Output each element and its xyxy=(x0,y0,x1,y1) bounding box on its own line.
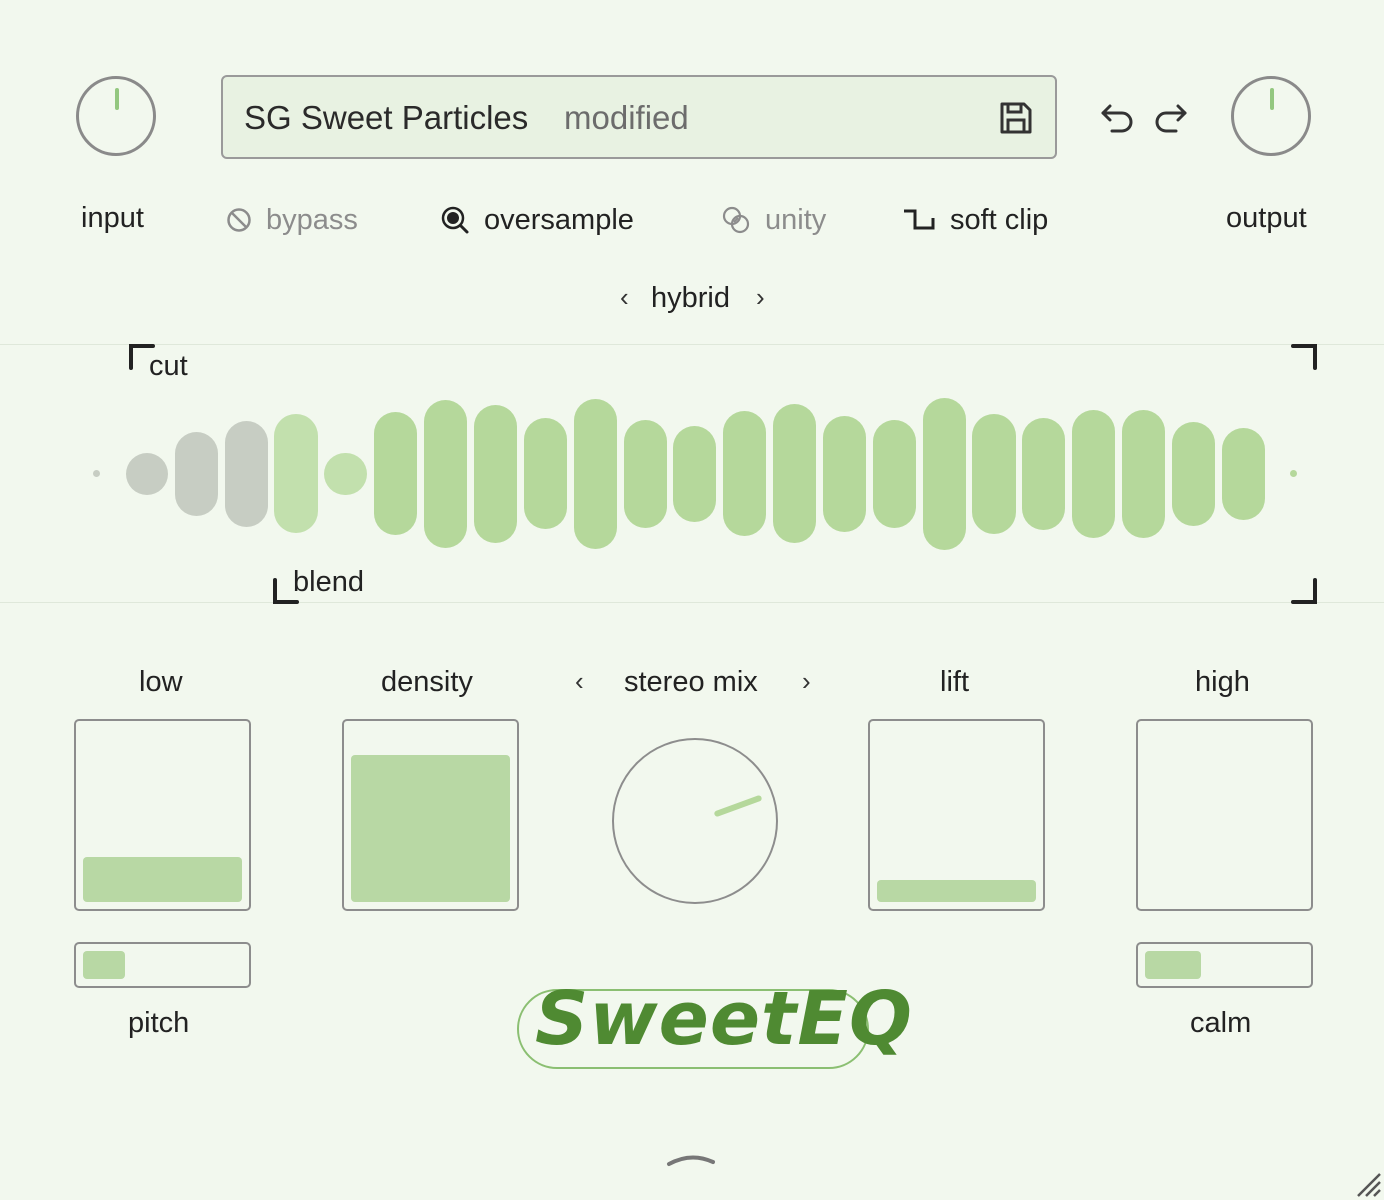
eq-band[interactable] xyxy=(1022,418,1065,530)
density-label: density xyxy=(381,666,473,698)
eq-band[interactable] xyxy=(673,426,716,522)
stereo-mix-knob[interactable] xyxy=(612,738,778,904)
eq-band[interactable] xyxy=(274,414,318,533)
eq-band[interactable] xyxy=(1172,422,1215,526)
bypass-icon xyxy=(227,208,251,232)
pitch-slider[interactable] xyxy=(74,942,251,988)
lift-fader-fill xyxy=(877,880,1036,902)
cut-label: cut xyxy=(149,350,188,382)
eq-band[interactable] xyxy=(225,421,268,527)
preset-name: SG Sweet Particles xyxy=(244,99,529,136)
stereo-mix-knob-pointer xyxy=(713,794,763,818)
eq-band[interactable] xyxy=(175,432,218,516)
eq-band[interactable] xyxy=(524,418,567,529)
eq-band[interactable] xyxy=(923,398,966,550)
oversample-icon xyxy=(441,206,469,234)
low-fader[interactable] xyxy=(74,719,251,911)
eq-band[interactable] xyxy=(972,414,1016,534)
soft-clip-icon xyxy=(904,209,935,230)
bottom-right-bracket[interactable] xyxy=(1290,577,1318,605)
save-icon[interactable] xyxy=(999,101,1033,135)
eq-band[interactable] xyxy=(324,453,367,495)
input-knob-pointer xyxy=(115,88,119,110)
preset-modified-status: modified xyxy=(564,99,689,136)
eq-band[interactable] xyxy=(873,420,916,528)
eq-band[interactable] xyxy=(424,400,467,548)
resize-grip-icon[interactable] xyxy=(1352,1168,1382,1198)
eq-band[interactable] xyxy=(474,405,517,543)
eq-divider-top xyxy=(0,344,1384,345)
oversample-toggle[interactable]: oversample xyxy=(440,200,634,240)
mode-next-button[interactable]: › xyxy=(756,282,765,313)
input-knob[interactable] xyxy=(76,76,156,156)
undo-icon[interactable] xyxy=(1100,100,1136,134)
logo-text: SweetEQ xyxy=(535,976,913,1062)
pitch-label: pitch xyxy=(128,1007,190,1039)
low-fader-fill xyxy=(83,857,242,902)
density-fader-fill xyxy=(351,755,510,902)
eq-left-dot xyxy=(93,470,100,477)
output-knob[interactable] xyxy=(1231,76,1311,156)
lift-fader[interactable] xyxy=(868,719,1045,911)
high-label: high xyxy=(1195,666,1250,698)
oversample-label: oversample xyxy=(484,203,634,236)
mode-value: hybrid xyxy=(651,282,730,314)
eq-divider-bottom xyxy=(0,602,1384,603)
sweeteq-logo: SweetEQ xyxy=(517,975,913,1073)
blend-label: blend xyxy=(293,566,364,598)
unity-icon xyxy=(722,206,750,234)
bypass-toggle[interactable]: bypass xyxy=(226,200,358,240)
eq-band[interactable] xyxy=(1222,428,1265,520)
stereo-mix-prev-button[interactable]: ‹ xyxy=(575,666,584,697)
pitch-slider-fill xyxy=(83,951,125,979)
top-right-bracket[interactable] xyxy=(1290,343,1318,371)
calm-slider[interactable] xyxy=(1136,942,1313,988)
eq-band[interactable] xyxy=(1072,410,1115,538)
density-fader[interactable] xyxy=(342,719,519,911)
eq-band[interactable] xyxy=(773,404,816,543)
stereo-mix-label: stereo mix xyxy=(624,666,758,698)
input-label: input xyxy=(81,202,144,234)
low-label: low xyxy=(139,666,183,698)
output-knob-pointer xyxy=(1270,88,1274,110)
stereo-mix-next-button[interactable]: › xyxy=(802,666,811,697)
mode-prev-button[interactable]: ‹ xyxy=(620,282,629,313)
redo-icon[interactable] xyxy=(1152,100,1188,134)
calm-label: calm xyxy=(1190,1007,1252,1039)
lift-label: lift xyxy=(940,666,969,698)
chevron-up-icon[interactable] xyxy=(666,1150,716,1168)
calm-slider-fill xyxy=(1145,951,1201,979)
preset-display[interactable]: SG Sweet Particles modified xyxy=(221,75,1057,159)
high-fader[interactable] xyxy=(1136,719,1313,911)
eq-band[interactable] xyxy=(374,412,417,535)
eq-band[interactable] xyxy=(574,399,617,549)
unity-toggle[interactable]: unity xyxy=(721,200,826,240)
eq-band[interactable] xyxy=(1122,410,1165,538)
eq-band[interactable] xyxy=(723,411,766,536)
soft-clip-label: soft clip xyxy=(950,203,1049,236)
eq-band[interactable] xyxy=(126,453,168,495)
soft-clip-toggle[interactable]: soft clip xyxy=(902,200,1048,240)
eq-band[interactable] xyxy=(823,416,866,532)
eq-band[interactable] xyxy=(624,420,667,528)
output-label: output xyxy=(1226,202,1307,234)
unity-label: unity xyxy=(765,203,827,236)
bypass-label: bypass xyxy=(266,203,358,236)
eq-right-dot xyxy=(1290,470,1297,477)
